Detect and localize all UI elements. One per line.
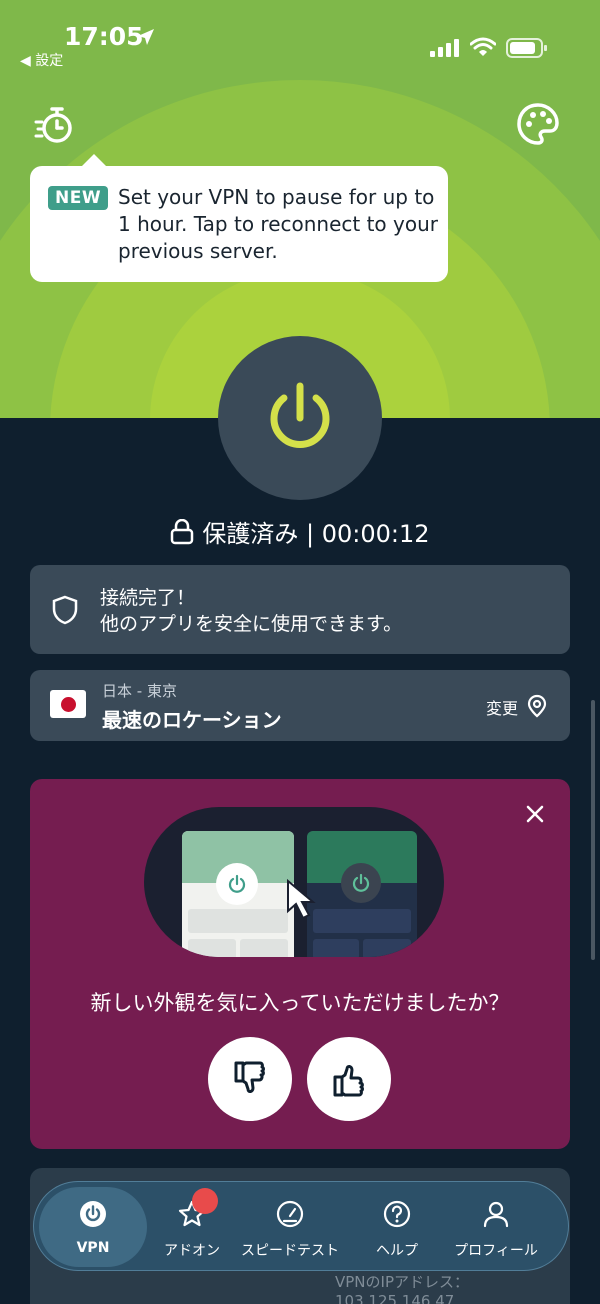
thumbs-up-icon [333,1065,364,1097]
status-bar: 17:05 ◀ 設定 [0,0,600,80]
battery-icon [506,38,547,58]
connected-message: 接続完了！ 他のアプリを安全に使用できます。 [100,585,402,637]
back-to-settings-link[interactable]: ◀ 設定 [20,50,63,70]
palette-icon[interactable] [516,102,560,146]
cellular-signal-icon [430,39,459,57]
location-card[interactable]: 日本 - 東京 最速のロケーション 変更 [30,670,570,741]
thumbs-up-button[interactable] [307,1037,391,1121]
location-pin-icon[interactable] [526,694,548,718]
feedback-card: 新しい外観を気に入っていただけましたか？ [30,779,570,1149]
dark-power-icon [341,863,381,903]
power-icon [270,382,330,448]
protection-status-text: 保護済み | 00:00:12 [202,520,430,548]
tab-addons-label: アドオン [164,1243,220,1259]
new-badge: NEW [48,186,109,210]
speedometer-icon [276,1200,304,1228]
lock-icon [171,519,194,545]
change-location-button[interactable]: 変更 [486,695,518,719]
tab-help-label: ヘルプ [376,1243,418,1259]
status-time: 17:05 [64,22,144,51]
theme-comparison-illustration [144,807,444,957]
location-region: 日本 - 東京 [102,682,177,700]
person-icon [483,1201,509,1228]
tab-profile-label: プロフィール [454,1243,538,1259]
tab-vpn[interactable]: VPN [39,1182,147,1272]
vpn-ip-label: VPNのIPアドレス： [335,1273,469,1291]
connected-card: 接続完了！ 他のアプリを安全に使用できます。 [30,565,570,654]
protection-status: 保護済み | 00:00:12 [0,514,600,549]
vpn-ip-value: 103.125.146.47 [335,1292,455,1304]
connected-title: 接続完了！ [100,587,196,609]
cursor-icon [287,878,316,920]
tab-profile[interactable]: プロフィール [446,1182,546,1272]
power-icon [80,1201,106,1227]
help-icon [383,1200,411,1228]
tooltip-text: Set your VPN to pause for up to 1 hour. … [118,185,438,263]
light-power-icon [216,863,258,905]
notification-badge [192,1188,218,1214]
tooltip-arrow [80,154,108,168]
thumbs-down-icon [234,1061,265,1093]
vpn-power-button[interactable] [218,336,382,500]
location-arrow-icon [138,29,154,45]
wifi-icon [470,37,496,56]
japan-flag-icon [50,690,86,718]
close-icon[interactable] [524,803,546,825]
tab-help[interactable]: ヘルプ [352,1182,442,1272]
feedback-question: 新しい外観を気に入っていただけましたか？ [90,991,510,1015]
thumbs-down-button[interactable] [208,1037,292,1121]
pause-timer-icon[interactable] [34,104,76,146]
tab-vpn-label: VPN [76,1240,110,1256]
connected-subtitle: 他のアプリを安全に使用できます。 [100,613,403,635]
tab-speedtest[interactable]: スピードテスト [232,1182,348,1272]
shield-icon [52,595,78,625]
location-name: 最速のロケーション [102,708,282,732]
pause-feature-tooltip[interactable]: NEW Set your VPN to pause for up to 1 ho… [30,154,448,282]
scrollbar[interactable] [591,700,595,960]
tab-speedtest-label: スピードテスト [241,1243,339,1259]
bottom-tab-bar: VPN アドオン スピードテスト ヘルプ プロフィール [33,1181,569,1271]
